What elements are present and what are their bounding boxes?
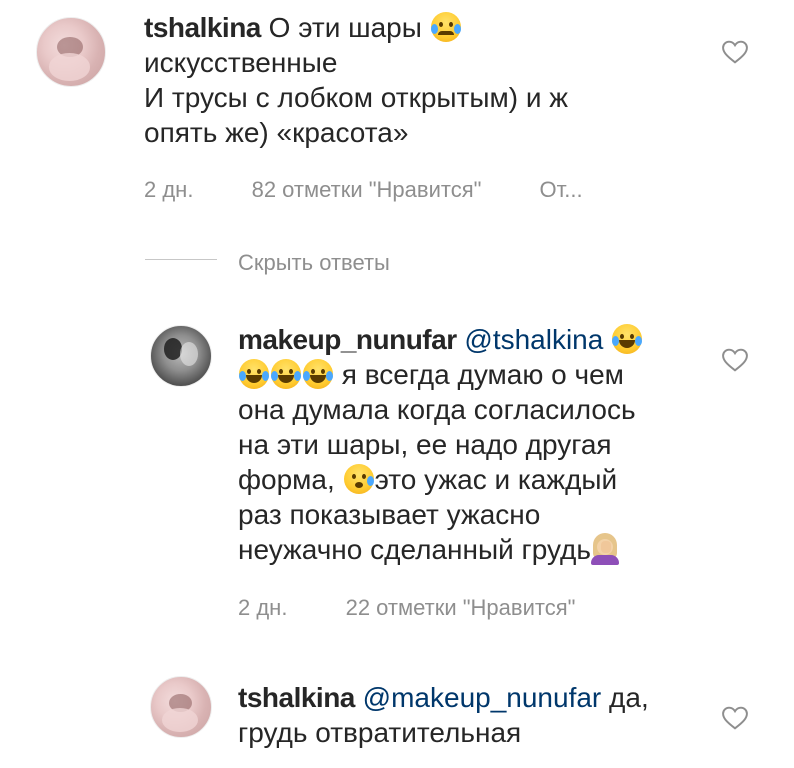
woman-facepalming-emoji xyxy=(590,533,619,565)
comment-text: И трусы с лобком открытым) и ж xyxy=(144,82,568,113)
face-with-tears-of-joy-emoji xyxy=(239,359,269,389)
crying-face-emoji xyxy=(430,12,461,42)
comment-meta: 2 дн. 82 отметки "Нравится" От... xyxy=(144,177,635,203)
comment-username[interactable]: tshalkina xyxy=(238,682,355,713)
face-with-tears-of-joy-emoji xyxy=(612,324,643,354)
reply-button[interactable]: От... xyxy=(540,177,583,202)
face-with-tears-of-joy-emoji xyxy=(271,359,301,389)
sleepy-face-emoji xyxy=(343,464,374,494)
mention-link[interactable]: @tshalkina xyxy=(464,324,603,355)
comment-meta: 2 дн. 22 отметки "Нравится" xyxy=(238,595,627,621)
comment-text: раз показывает ужасно xyxy=(238,499,541,530)
comment-text: искусственные xyxy=(144,47,338,78)
comment-body: tshalkina О эти шары искусственные И тру… xyxy=(144,10,704,150)
comment-username[interactable]: tshalkina xyxy=(144,12,261,43)
heart-outline-icon[interactable] xyxy=(722,40,748,64)
comment-body: tshalkina @makeup_nunufar да, грудь отвр… xyxy=(238,680,708,750)
comment-body: makeup_nunufar @tshalkina я всегда думаю… xyxy=(238,322,708,567)
comment-text: она думала когда согласилось xyxy=(238,394,636,425)
comment-text: О эти шары xyxy=(268,12,422,43)
comment-text: опять же) «красота» xyxy=(144,117,409,148)
comment-text: да, xyxy=(609,682,649,713)
divider xyxy=(145,259,217,260)
avatar[interactable] xyxy=(150,676,212,738)
likes-count[interactable]: 82 отметки "Нравится" xyxy=(252,177,482,202)
comment-text: грудь отвратительная xyxy=(238,717,522,748)
comment-time: 2 дн. xyxy=(144,177,194,202)
comment-text: на эти шары, ее надо другая xyxy=(238,429,612,460)
heart-outline-icon[interactable] xyxy=(722,348,748,372)
hide-replies-button[interactable]: Скрыть ответы xyxy=(238,250,390,276)
comment-text: форма, xyxy=(238,464,335,495)
avatar[interactable] xyxy=(36,17,106,87)
mention-link[interactable]: @makeup_nunufar xyxy=(363,682,602,713)
comment-time: 2 дн. xyxy=(238,595,288,620)
face-with-tears-of-joy-emoji xyxy=(303,359,333,389)
comment-text: это ужас и каждый xyxy=(374,464,618,495)
comment-text: я всегда думаю о чем xyxy=(341,359,624,390)
comment-text: неужачно сделанный грудь xyxy=(238,534,591,565)
comment-username[interactable]: makeup_nunufar xyxy=(238,324,457,355)
avatar[interactable] xyxy=(150,325,212,387)
likes-count[interactable]: 22 отметки "Нравится" xyxy=(346,595,576,620)
heart-outline-icon[interactable] xyxy=(722,706,748,730)
